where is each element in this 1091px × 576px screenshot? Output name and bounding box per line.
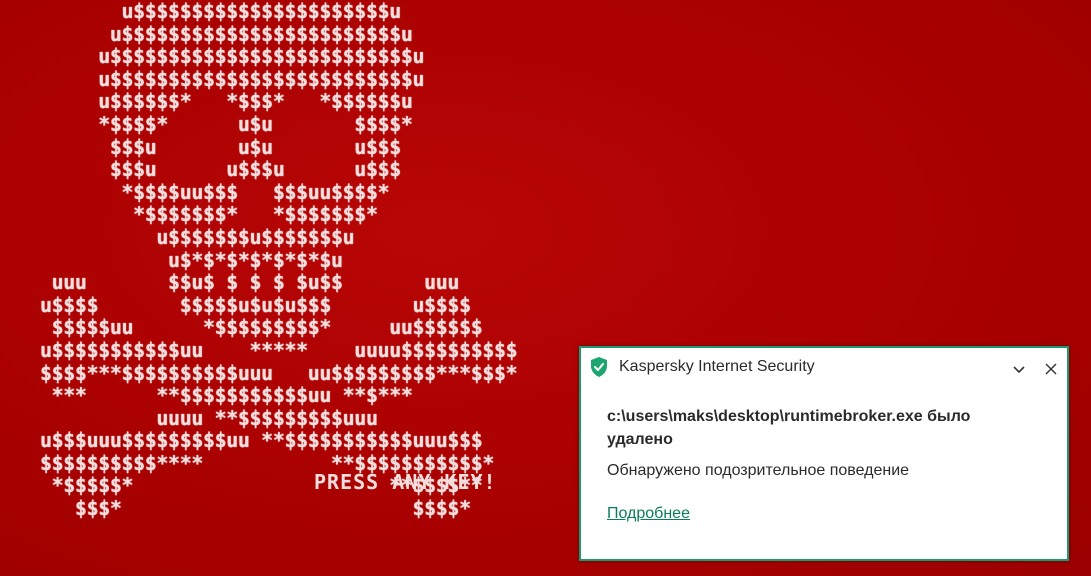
press-any-key-text: PRESS ANY KEY!	[314, 470, 497, 494]
notification-title: Kaspersky Internet Security	[619, 358, 815, 375]
deleted-file-path: c:\users\maks\desktop\runtimebroker.exe …	[607, 408, 971, 448]
kaspersky-notification: Kaspersky Internet Security c:\users\mak…	[579, 346, 1069, 561]
details-link[interactable]: Подробнее	[607, 505, 690, 523]
chevron-down-icon[interactable]	[1011, 361, 1027, 377]
kaspersky-shield-icon	[591, 357, 607, 377]
detection-message: Обнаружено подозрительное поведение	[607, 462, 910, 479]
notification-header: Kaspersky Internet Security	[581, 348, 1067, 388]
skull-ascii-art: u$$$$$$$$$$$$$$$$$$$$$$u u$$$$$$$$$$$$$$…	[40, 0, 518, 521]
close-icon[interactable]	[1043, 361, 1059, 377]
